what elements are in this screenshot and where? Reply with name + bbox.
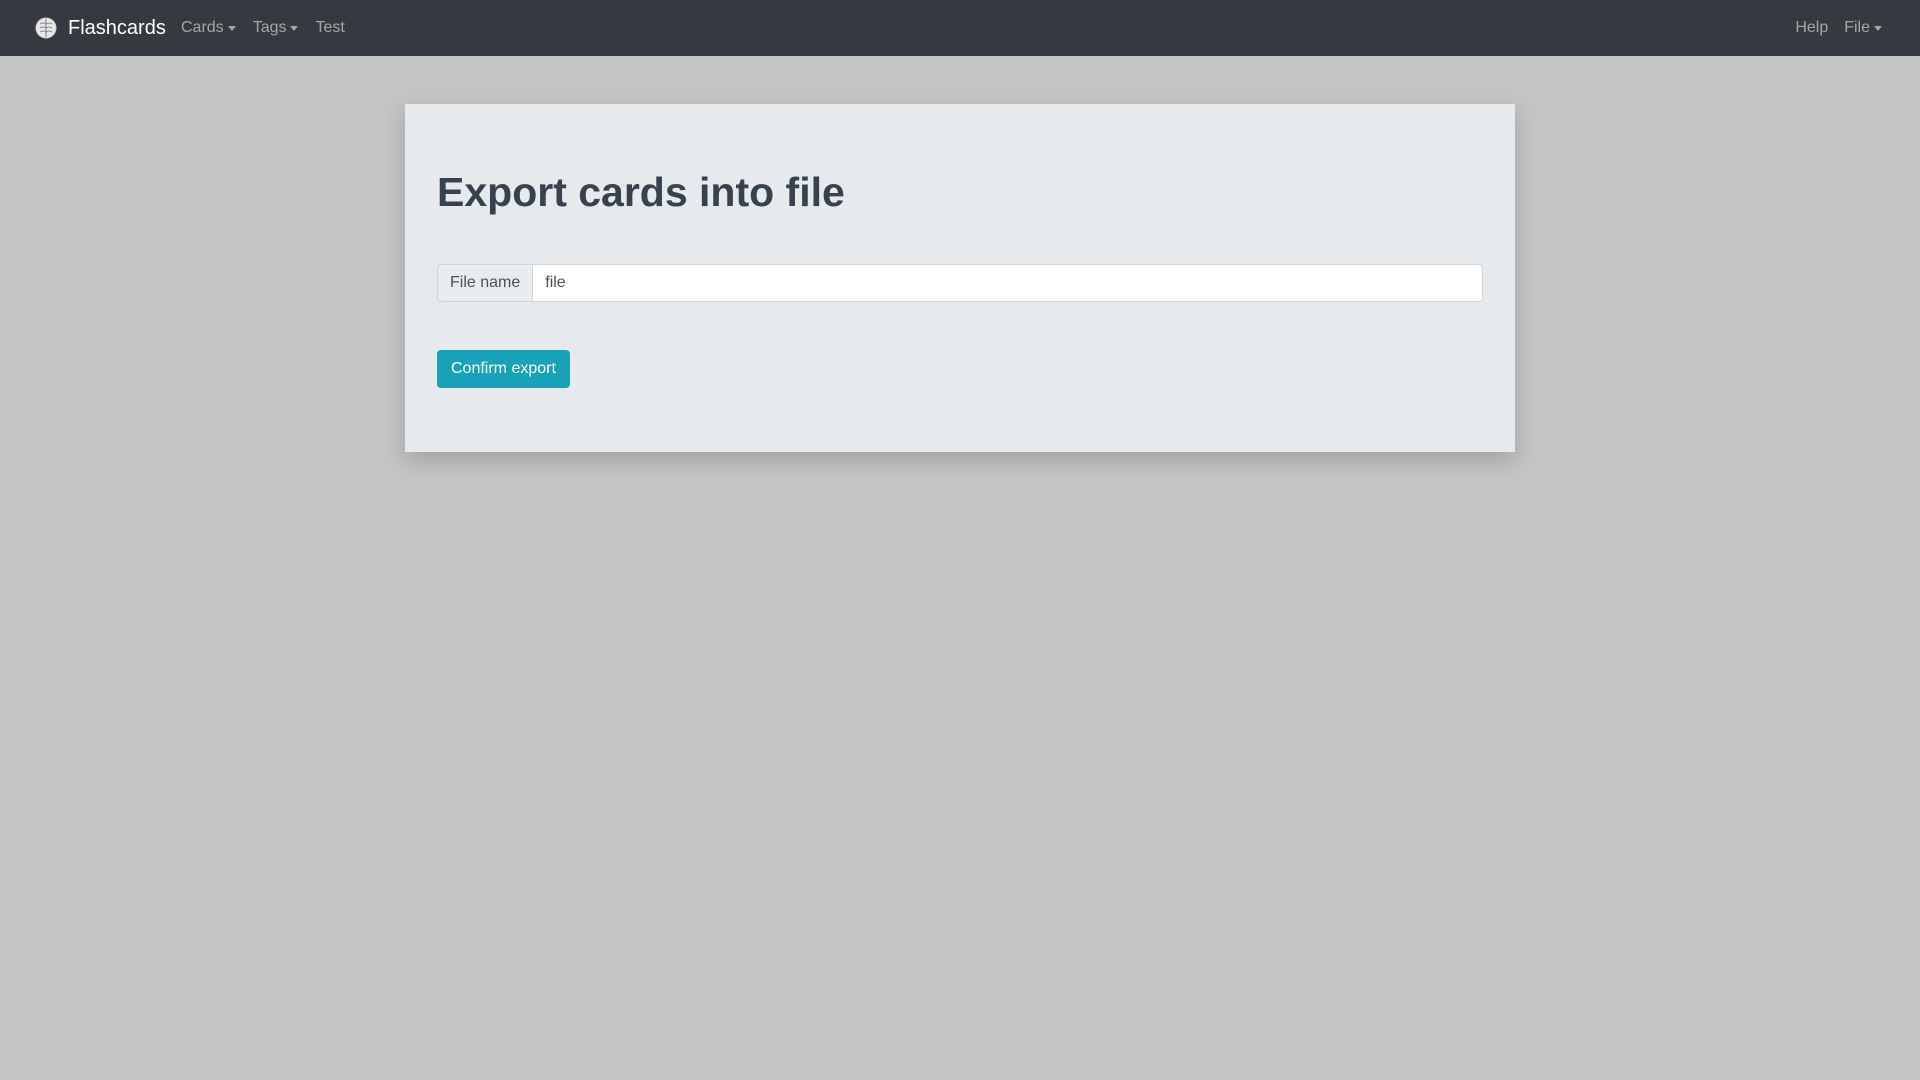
nav-item-label: Cards	[181, 19, 224, 36]
nav-left: Cards Tags Test	[181, 0, 362, 56]
file-name-input[interactable]	[532, 264, 1483, 302]
nav-item-file[interactable]: File	[1844, 19, 1882, 37]
nav-item-label: File	[1844, 19, 1870, 36]
nav-item-tags[interactable]: Tags	[253, 19, 299, 37]
file-name-label: File name	[437, 264, 533, 302]
caret-down-icon	[290, 26, 299, 31]
nav-item-cards[interactable]: Cards	[181, 19, 236, 37]
confirm-export-button[interactable]: Confirm export	[437, 350, 570, 388]
brand-link[interactable]: Flashcards	[34, 0, 166, 56]
page-title: Export cards into file	[437, 169, 845, 215]
brand-label: Flashcards	[68, 16, 166, 39]
nav-item-label: Tags	[252, 19, 287, 36]
top-navbar: Flashcards Cards Tags Test Help File	[0, 0, 1920, 56]
nav-item-test[interactable]: Test	[315, 19, 344, 37]
nav-item-label: Test	[315, 19, 345, 36]
caret-down-icon	[1874, 26, 1882, 31]
caret-down-icon	[227, 26, 236, 31]
nav-item-help[interactable]: Help	[1795, 19, 1828, 37]
brain-icon	[34, 16, 58, 40]
nav-item-label: Help	[1795, 19, 1829, 36]
export-panel: Export cards into file File name Confirm…	[405, 104, 1515, 452]
nav-right: Help File	[1779, 0, 1882, 56]
file-name-input-group: File name	[437, 264, 1483, 302]
